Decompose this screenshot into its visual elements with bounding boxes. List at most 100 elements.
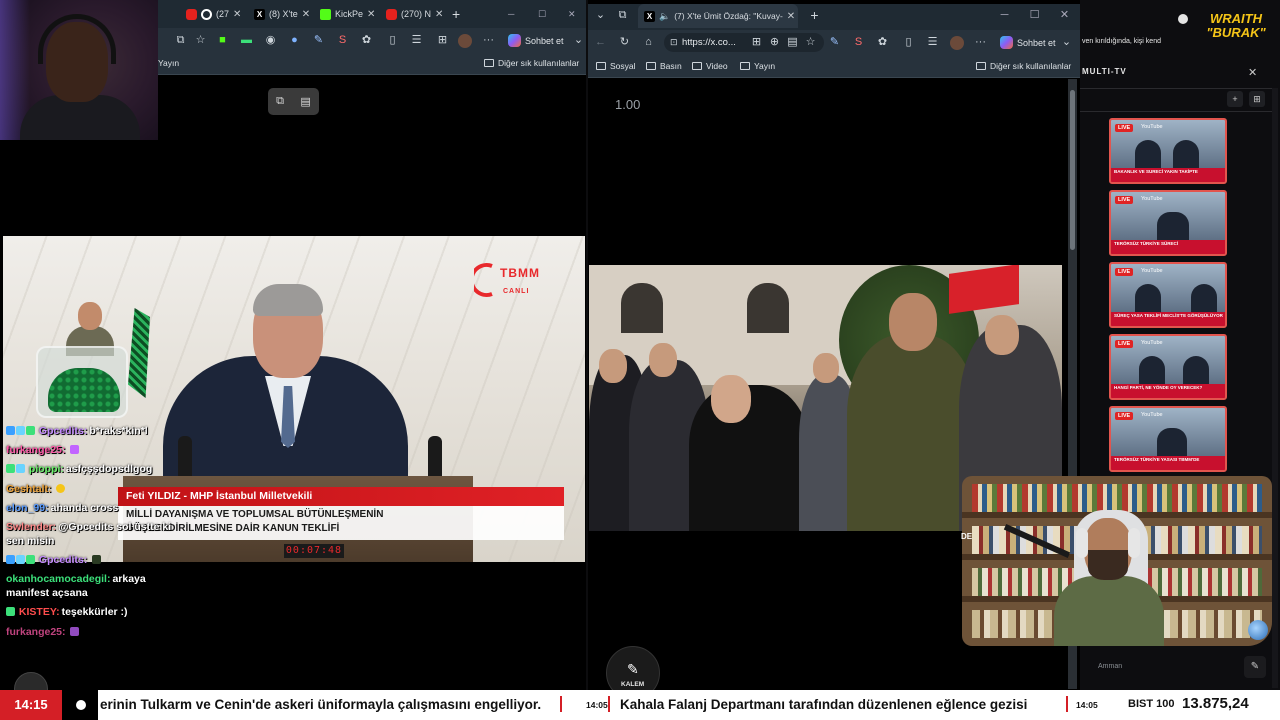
speaker-icon[interactable]: 🔈 xyxy=(659,11,670,22)
tab-1[interactable]: (27 ✕ xyxy=(186,4,241,24)
tab-3[interactable]: KickPe ✕ xyxy=(320,4,375,24)
pencil-icon[interactable]: ✎ xyxy=(1244,656,1266,678)
folder-icon xyxy=(646,62,656,70)
add-icon[interactable]: + xyxy=(1227,91,1243,107)
scrollbar-thumb[interactable] xyxy=(1070,90,1075,250)
close-icon[interactable]: ✕ xyxy=(367,9,375,20)
collections-icon[interactable]: ☰ xyxy=(410,34,423,47)
copilot-icon xyxy=(508,34,521,47)
new-tab-button[interactable]: + xyxy=(808,8,821,22)
workspaces-icon[interactable]: ⧉ xyxy=(616,9,629,22)
close-icon[interactable]: ✕ xyxy=(1248,66,1257,79)
sidebar-icon[interactable]: ▯ xyxy=(386,34,399,47)
minimize-icon[interactable]: ─ xyxy=(998,9,1011,22)
extension-icon[interactable]: ◉ xyxy=(264,34,277,47)
tab-2[interactable]: X (8) X'te ✕ xyxy=(254,4,310,24)
tv-thumbnail[interactable]: LIVE YouTube TERÖRSÜZ TÜRKİYE SÜRECİ xyxy=(1109,190,1227,256)
bookmark-sosyal[interactable]: Sosyal xyxy=(596,61,636,71)
bookmark-label: Yayın xyxy=(158,58,180,68)
other-favorites[interactable]: Diğer sık kullanılanlar xyxy=(976,61,1071,71)
apps-icon[interactable]: ⊞ xyxy=(750,36,763,49)
live-badge: LIVE xyxy=(1115,124,1134,132)
extension-icon[interactable]: ▬ xyxy=(240,34,253,47)
favorite-icon[interactable]: ☆ xyxy=(194,34,207,47)
thumbnail-ticker: BAKANLIK VE SURECİ YAKIN TAKİPTE xyxy=(1111,168,1225,182)
maximize-icon[interactable]: ☐ xyxy=(538,4,546,24)
chat-username[interactable]: Swlender: xyxy=(6,521,56,533)
refresh-icon[interactable]: ↻ xyxy=(618,36,631,49)
tab-list-icon[interactable]: ⌄ xyxy=(594,9,607,22)
chat-username[interactable]: okanhocamocadegil: xyxy=(6,573,110,585)
translate-icon[interactable]: ✎ xyxy=(828,36,841,49)
badge-icon xyxy=(16,464,25,473)
extension-icon[interactable]: ■ xyxy=(216,34,229,47)
translate-icon[interactable]: ✎ xyxy=(312,34,325,47)
chat-username[interactable]: Gpcedits: xyxy=(39,554,87,566)
maximize-icon[interactable]: ☐ xyxy=(1028,9,1041,22)
close-icon[interactable]: ✕ xyxy=(787,11,795,22)
chat-username[interactable]: furkange25: xyxy=(6,626,66,638)
close-window-icon[interactable]: ✕ xyxy=(568,4,576,24)
extension-icon[interactable]: S xyxy=(852,36,865,49)
bookmark-yayin[interactable]: Yayın xyxy=(740,61,775,71)
close-icon[interactable]: ✕ xyxy=(302,9,310,20)
tv-thumbnail[interactable]: LIVE YouTube TERÖRSÜZ TÜRKİYE YASASI TBM… xyxy=(1109,406,1227,472)
new-tab-button[interactable]: + xyxy=(452,4,460,24)
tab-label: KickPe xyxy=(335,9,364,19)
chat-username[interactable]: pioppi: xyxy=(29,463,64,475)
extensions-icon[interactable]: ✿ xyxy=(876,36,889,49)
chevron-down-icon[interactable]: ⌄ xyxy=(1060,36,1073,49)
chat-username[interactable]: Geshtalt: xyxy=(6,483,52,495)
chat-text: ahanda cross xyxy=(50,502,119,514)
close-icon[interactable]: ✕ xyxy=(435,9,443,20)
more-icon[interactable]: ··· xyxy=(974,36,987,49)
more-icon[interactable]: ··· xyxy=(482,34,495,47)
chat-username[interactable]: Gpcedits: xyxy=(39,425,87,437)
close-window-icon[interactable]: ✕ xyxy=(1058,9,1071,22)
cam-label: DE xyxy=(961,532,973,541)
screenshot-icon[interactable]: ⊞ xyxy=(436,34,449,47)
bookmark-video[interactable]: Video xyxy=(692,61,728,71)
other-favorites[interactable]: Diğer sık kullanılanlar xyxy=(484,58,579,68)
picture-in-picture-icon[interactable]: ⧉ xyxy=(276,95,284,108)
scrollbar[interactable] xyxy=(1272,88,1278,688)
back-icon[interactable]: ← xyxy=(594,36,607,49)
close-icon[interactable]: ✕ xyxy=(233,9,241,20)
collections-icon[interactable]: ☰ xyxy=(926,36,939,49)
copilot-button[interactable]: Sohbet et xyxy=(508,34,564,47)
thumbnail-ticker: SÜREÇ YASA TEKLİFİ MECLİS'TE GÖRÜŞÜLÜYOR xyxy=(1111,312,1225,326)
chat-username[interactable]: elon_99: xyxy=(6,502,49,514)
extension-icon[interactable]: ● xyxy=(288,34,301,47)
copilot-button[interactable]: Sohbet et xyxy=(1000,36,1056,49)
reader-icon[interactable]: ▤ xyxy=(786,36,799,49)
profile-avatar[interactable] xyxy=(950,36,964,50)
notes-icon[interactable]: ▤ xyxy=(300,95,310,108)
split-icon[interactable]: ⧉ xyxy=(174,34,187,47)
grid-icon[interactable]: ⊞ xyxy=(1249,91,1265,107)
globe-icon xyxy=(1248,620,1268,640)
tv-thumbnail[interactable]: LIVE YouTube HANGİ PARTİ, NE YÖNDE OY VE… xyxy=(1109,334,1227,400)
chat-text: asfçşşdopsdlgog xyxy=(65,463,153,475)
tv-thumbnail[interactable]: LIVE YouTube BAKANLIK VE SURECİ YAKIN TA… xyxy=(1109,118,1227,184)
minimize-icon[interactable]: ─ xyxy=(508,4,514,24)
tab-4[interactable]: (270) N ✕ xyxy=(386,4,443,24)
extension-icon[interactable]: S xyxy=(336,34,349,47)
zoom-icon[interactable]: ⊕ xyxy=(768,36,781,49)
bookmark-yayin[interactable]: Yayın xyxy=(158,58,179,68)
bookmark-basin[interactable]: Basın xyxy=(646,61,682,71)
chat-message: sen misin xyxy=(6,534,54,548)
sidebar-icon[interactable]: ▯ xyxy=(902,36,915,49)
favorite-icon[interactable]: ☆ xyxy=(804,36,817,49)
chat-username[interactable]: KISTEY: xyxy=(19,606,60,618)
profile-avatar[interactable] xyxy=(458,34,472,48)
home-icon[interactable]: ⌂ xyxy=(642,36,655,49)
record-icon xyxy=(201,8,212,20)
status-dot xyxy=(1178,14,1188,24)
extensions-icon[interactable]: ✿ xyxy=(360,34,373,47)
chat-message: pioppi: asfçşşdopsdlgog xyxy=(6,462,152,476)
tv-thumbnail[interactable]: LIVE YouTube SÜREÇ YASA TEKLİFİ MECLİS'T… xyxy=(1109,262,1227,328)
ticker-separator xyxy=(1066,696,1068,712)
chat-username[interactable]: furkange25: xyxy=(6,444,66,456)
tab-active[interactable]: X 🔈 (7) X'te Ümit Özdağ: "Kuvay- ✕ xyxy=(638,4,798,28)
chevron-down-icon[interactable]: ⌄ xyxy=(572,34,585,47)
